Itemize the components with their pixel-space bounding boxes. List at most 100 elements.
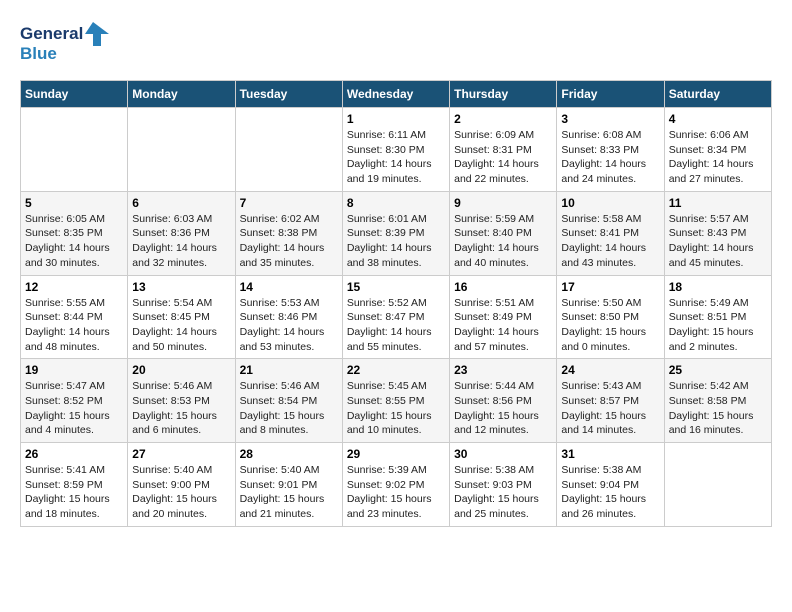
calendar-cell: 23 Sunrise: 5:44 AM Sunset: 8:56 PM Dayli… xyxy=(450,359,557,443)
calendar-header-sunday: Sunday xyxy=(21,81,128,108)
logo-general: General xyxy=(20,24,83,44)
calendar-cell: 1 Sunrise: 6:11 AM Sunset: 8:30 PM Daylig… xyxy=(342,108,449,192)
day-info: Sunrise: 5:38 AM Sunset: 9:04 PM Dayligh… xyxy=(561,463,659,522)
day-info: Sunrise: 5:42 AM Sunset: 8:58 PM Dayligh… xyxy=(669,379,767,438)
day-number: 6 xyxy=(132,196,230,210)
day-number: 3 xyxy=(561,112,659,126)
calendar-cell: 2Sunrise: 6:09 AM Sunset: 8:31 PM Daylig… xyxy=(450,108,557,192)
day-info: Sunrise: 5:39 AM Sunset: 9:02 PM Dayligh… xyxy=(347,463,445,522)
calendar-week-row: 12 Sunrise: 5:55 AM Sunset: 8:44 PM Dayli… xyxy=(21,275,772,359)
day-info: Sunrise: 5:52 AM Sunset: 8:47 PM Dayligh… xyxy=(347,296,445,355)
calendar-cell: 21 Sunrise: 5:46 AM Sunset: 8:54 PM Dayli… xyxy=(235,359,342,443)
day-number: 29 xyxy=(347,447,445,461)
day-info: Sunrise: 5:50 AM Sunset: 8:50 PM Dayligh… xyxy=(561,296,659,355)
calendar-cell: 17 Sunrise: 5:50 AM Sunset: 8:50 PM Dayli… xyxy=(557,275,664,359)
day-number: 19 xyxy=(25,363,123,377)
day-info: Sunrise: 5:38 AM Sunset: 9:03 PM Dayligh… xyxy=(454,463,552,522)
calendar-week-row: 19 Sunrise: 5:47 AM Sunset: 8:52 PM Dayli… xyxy=(21,359,772,443)
calendar-cell xyxy=(128,108,235,192)
day-info: Sunrise: 5:44 AM Sunset: 8:56 PM Dayligh… xyxy=(454,379,552,438)
calendar-week-row: 26 Sunrise: 5:41 AM Sunset: 8:59 PM Dayli… xyxy=(21,443,772,527)
calendar-table: SundayMondayTuesdayWednesdayThursdayFrid… xyxy=(20,80,772,527)
calendar-cell xyxy=(21,108,128,192)
day-info: Sunrise: 5:55 AM Sunset: 8:44 PM Dayligh… xyxy=(25,296,123,355)
calendar-cell: 15 Sunrise: 5:52 AM Sunset: 8:47 PM Dayli… xyxy=(342,275,449,359)
day-info: Sunrise: 5:51 AM Sunset: 8:49 PM Dayligh… xyxy=(454,296,552,355)
day-info: Sunrise: 5:59 AM Sunset: 8:40 PM Dayligh… xyxy=(454,212,552,271)
calendar-cell xyxy=(235,108,342,192)
calendar-cell: 24Sunrise: 5:43 AM Sunset: 8:57 PM Dayli… xyxy=(557,359,664,443)
day-number: 25 xyxy=(669,363,767,377)
day-number: 30 xyxy=(454,447,552,461)
calendar-cell: 8 Sunrise: 6:01 AM Sunset: 8:39 PM Daylig… xyxy=(342,191,449,275)
calendar-cell: 26 Sunrise: 5:41 AM Sunset: 8:59 PM Dayli… xyxy=(21,443,128,527)
logo: General Blue xyxy=(20,20,111,64)
day-info: Sunrise: 6:01 AM Sunset: 8:39 PM Dayligh… xyxy=(347,212,445,271)
day-info: Sunrise: 5:46 AM Sunset: 8:53 PM Dayligh… xyxy=(132,379,230,438)
calendar-cell: 5 Sunrise: 6:05 AM Sunset: 8:35 PM Daylig… xyxy=(21,191,128,275)
calendar-cell: 29 Sunrise: 5:39 AM Sunset: 9:02 PM Dayli… xyxy=(342,443,449,527)
day-info: Sunrise: 6:06 AM Sunset: 8:34 PM Dayligh… xyxy=(669,128,767,187)
day-info: Sunrise: 6:11 AM Sunset: 8:30 PM Dayligh… xyxy=(347,128,445,187)
day-info: Sunrise: 6:02 AM Sunset: 8:38 PM Dayligh… xyxy=(240,212,338,271)
calendar-header-row: SundayMondayTuesdayWednesdayThursdayFrid… xyxy=(21,81,772,108)
day-number: 18 xyxy=(669,280,767,294)
day-number: 31 xyxy=(561,447,659,461)
day-info: Sunrise: 5:58 AM Sunset: 8:41 PM Dayligh… xyxy=(561,212,659,271)
day-number: 7 xyxy=(240,196,338,210)
calendar-cell: 19 Sunrise: 5:47 AM Sunset: 8:52 PM Dayli… xyxy=(21,359,128,443)
day-number: 4 xyxy=(669,112,767,126)
calendar-cell: 11 Sunrise: 5:57 AM Sunset: 8:43 PM Dayli… xyxy=(664,191,771,275)
day-info: Sunrise: 5:40 AM Sunset: 9:01 PM Dayligh… xyxy=(240,463,338,522)
day-info: Sunrise: 5:54 AM Sunset: 8:45 PM Dayligh… xyxy=(132,296,230,355)
day-number: 10 xyxy=(561,196,659,210)
calendar-header-tuesday: Tuesday xyxy=(235,81,342,108)
calendar-header-thursday: Thursday xyxy=(450,81,557,108)
day-number: 27 xyxy=(132,447,230,461)
calendar-cell: 14Sunrise: 5:53 AM Sunset: 8:46 PM Dayli… xyxy=(235,275,342,359)
day-number: 9 xyxy=(454,196,552,210)
calendar-week-row: 5 Sunrise: 6:05 AM Sunset: 8:35 PM Daylig… xyxy=(21,191,772,275)
calendar-cell: 25 Sunrise: 5:42 AM Sunset: 8:58 PM Dayli… xyxy=(664,359,771,443)
day-number: 28 xyxy=(240,447,338,461)
day-number: 11 xyxy=(669,196,767,210)
calendar-header-friday: Friday xyxy=(557,81,664,108)
day-number: 20 xyxy=(132,363,230,377)
day-number: 16 xyxy=(454,280,552,294)
day-number: 12 xyxy=(25,280,123,294)
day-number: 8 xyxy=(347,196,445,210)
day-number: 15 xyxy=(347,280,445,294)
calendar-cell: 18Sunrise: 5:49 AM Sunset: 8:51 PM Dayli… xyxy=(664,275,771,359)
calendar-header-saturday: Saturday xyxy=(664,81,771,108)
day-number: 13 xyxy=(132,280,230,294)
day-info: Sunrise: 6:08 AM Sunset: 8:33 PM Dayligh… xyxy=(561,128,659,187)
day-number: 26 xyxy=(25,447,123,461)
calendar-cell: 4 Sunrise: 6:06 AM Sunset: 8:34 PM Daylig… xyxy=(664,108,771,192)
calendar-header-monday: Monday xyxy=(128,81,235,108)
day-number: 5 xyxy=(25,196,123,210)
day-info: Sunrise: 5:47 AM Sunset: 8:52 PM Dayligh… xyxy=(25,379,123,438)
day-info: Sunrise: 6:09 AM Sunset: 8:31 PM Dayligh… xyxy=(454,128,552,187)
day-number: 17 xyxy=(561,280,659,294)
day-number: 22 xyxy=(347,363,445,377)
calendar-cell: 13 Sunrise: 5:54 AM Sunset: 8:45 PM Dayli… xyxy=(128,275,235,359)
calendar-cell: 22Sunrise: 5:45 AM Sunset: 8:55 PM Dayli… xyxy=(342,359,449,443)
day-info: Sunrise: 5:40 AM Sunset: 9:00 PM Dayligh… xyxy=(132,463,230,522)
day-number: 24 xyxy=(561,363,659,377)
calendar-cell xyxy=(664,443,771,527)
day-number: 21 xyxy=(240,363,338,377)
calendar-cell: 28 Sunrise: 5:40 AM Sunset: 9:01 PM Dayli… xyxy=(235,443,342,527)
calendar-cell: 6Sunrise: 6:03 AM Sunset: 8:36 PM Daylig… xyxy=(128,191,235,275)
day-info: Sunrise: 5:46 AM Sunset: 8:54 PM Dayligh… xyxy=(240,379,338,438)
calendar-cell: 30 Sunrise: 5:38 AM Sunset: 9:03 PM Dayli… xyxy=(450,443,557,527)
day-number: 23 xyxy=(454,363,552,377)
page-header: General Blue xyxy=(20,20,772,64)
day-info: Sunrise: 5:41 AM Sunset: 8:59 PM Dayligh… xyxy=(25,463,123,522)
calendar-cell: 3 Sunrise: 6:08 AM Sunset: 8:33 PM Daylig… xyxy=(557,108,664,192)
calendar-cell: 10 Sunrise: 5:58 AM Sunset: 8:41 PM Dayli… xyxy=(557,191,664,275)
day-info: Sunrise: 6:05 AM Sunset: 8:35 PM Dayligh… xyxy=(25,212,123,271)
logo-arrow-icon xyxy=(83,20,111,48)
day-number: 1 xyxy=(347,112,445,126)
day-info: Sunrise: 5:57 AM Sunset: 8:43 PM Dayligh… xyxy=(669,212,767,271)
logo-blue: Blue xyxy=(20,44,57,64)
